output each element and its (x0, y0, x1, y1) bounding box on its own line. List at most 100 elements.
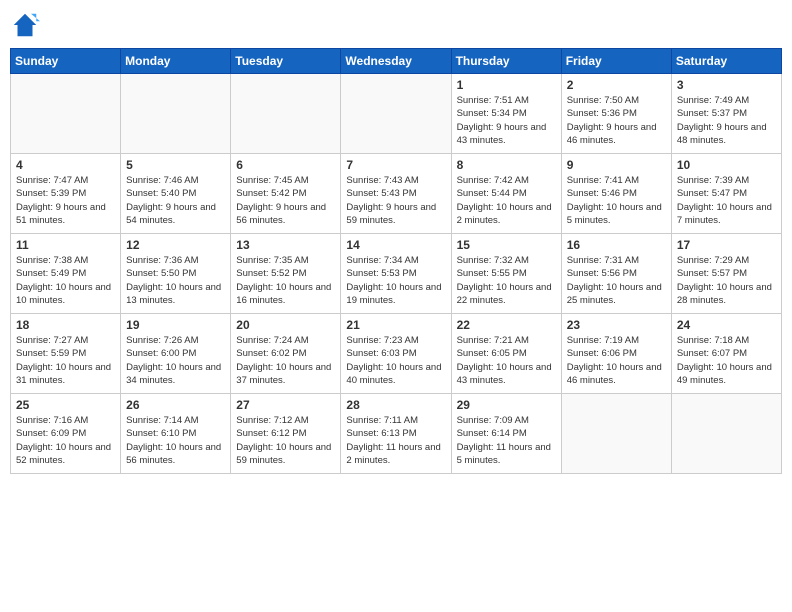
calendar-cell (671, 394, 781, 474)
column-header-friday: Friday (561, 49, 671, 74)
day-number: 25 (16, 398, 115, 412)
day-number: 17 (677, 238, 776, 252)
day-number: 4 (16, 158, 115, 172)
day-info: Sunrise: 7:45 AM Sunset: 5:42 PM Dayligh… (236, 174, 335, 227)
day-info: Sunrise: 7:38 AM Sunset: 5:49 PM Dayligh… (16, 254, 115, 307)
day-number: 10 (677, 158, 776, 172)
day-number: 6 (236, 158, 335, 172)
day-number: 5 (126, 158, 225, 172)
day-number: 27 (236, 398, 335, 412)
day-info: Sunrise: 7:43 AM Sunset: 5:43 PM Dayligh… (346, 174, 445, 227)
column-header-saturday: Saturday (671, 49, 781, 74)
day-number: 12 (126, 238, 225, 252)
calendar-cell (11, 74, 121, 154)
day-info: Sunrise: 7:42 AM Sunset: 5:44 PM Dayligh… (457, 174, 556, 227)
day-info: Sunrise: 7:12 AM Sunset: 6:12 PM Dayligh… (236, 414, 335, 467)
day-info: Sunrise: 7:36 AM Sunset: 5:50 PM Dayligh… (126, 254, 225, 307)
day-number: 29 (457, 398, 556, 412)
calendar-cell: 28 Sunrise: 7:11 AM Sunset: 6:13 PM Dayli… (341, 394, 451, 474)
column-header-tuesday: Tuesday (231, 49, 341, 74)
day-number: 26 (126, 398, 225, 412)
day-info: Sunrise: 7:46 AM Sunset: 5:40 PM Dayligh… (126, 174, 225, 227)
column-header-thursday: Thursday (451, 49, 561, 74)
day-number: 2 (567, 78, 666, 92)
day-number: 22 (457, 318, 556, 332)
calendar-cell: 23Sunrise: 7:19 AM Sunset: 6:06 PM Dayli… (561, 314, 671, 394)
calendar-cell: 22 Sunrise: 7:21 AM Sunset: 6:05 PM Dayli… (451, 314, 561, 394)
day-number: 28 (346, 398, 445, 412)
day-info: Sunrise: 7:11 AM Sunset: 6:13 PM Dayligh… (346, 414, 445, 467)
day-info: Sunrise: 7:35 AM Sunset: 5:52 PM Dayligh… (236, 254, 335, 307)
calendar-cell (121, 74, 231, 154)
column-header-sunday: Sunday (11, 49, 121, 74)
calendar-header-row: SundayMondayTuesdayWednesdayThursdayFrid… (11, 49, 782, 74)
day-number: 24 (677, 318, 776, 332)
calendar-week-row: 18 Sunrise: 7:27 AM Sunset: 5:59 PM Dayli… (11, 314, 782, 394)
day-number: 1 (457, 78, 556, 92)
calendar-cell: 13Sunrise: 7:35 AM Sunset: 5:52 PM Dayli… (231, 234, 341, 314)
calendar-cell: 7 Sunrise: 7:43 AM Sunset: 5:43 PM Daylig… (341, 154, 451, 234)
calendar-cell: 8 Sunrise: 7:42 AM Sunset: 5:44 PM Daylig… (451, 154, 561, 234)
day-info: Sunrise: 7:24 AM Sunset: 6:02 PM Dayligh… (236, 334, 335, 387)
calendar-cell: 3 Sunrise: 7:49 AM Sunset: 5:37 PM Daylig… (671, 74, 781, 154)
day-info: Sunrise: 7:29 AM Sunset: 5:57 PM Dayligh… (677, 254, 776, 307)
day-info: Sunrise: 7:49 AM Sunset: 5:37 PM Dayligh… (677, 94, 776, 147)
calendar-week-row: 11 Sunrise: 7:38 AM Sunset: 5:49 PM Dayli… (11, 234, 782, 314)
day-info: Sunrise: 7:18 AM Sunset: 6:07 PM Dayligh… (677, 334, 776, 387)
day-number: 7 (346, 158, 445, 172)
calendar-cell: 11 Sunrise: 7:38 AM Sunset: 5:49 PM Dayli… (11, 234, 121, 314)
calendar-cell: 20 Sunrise: 7:24 AM Sunset: 6:02 PM Dayli… (231, 314, 341, 394)
day-info: Sunrise: 7:41 AM Sunset: 5:46 PM Dayligh… (567, 174, 666, 227)
calendar-cell: 16Sunrise: 7:31 AM Sunset: 5:56 PM Dayli… (561, 234, 671, 314)
day-info: Sunrise: 7:16 AM Sunset: 6:09 PM Dayligh… (16, 414, 115, 467)
day-info: Sunrise: 7:39 AM Sunset: 5:47 PM Dayligh… (677, 174, 776, 227)
day-number: 3 (677, 78, 776, 92)
calendar-cell: 17 Sunrise: 7:29 AM Sunset: 5:57 PM Dayli… (671, 234, 781, 314)
day-number: 8 (457, 158, 556, 172)
calendar-cell: 25 Sunrise: 7:16 AM Sunset: 6:09 PM Dayli… (11, 394, 121, 474)
logo (10, 10, 44, 40)
calendar-cell (561, 394, 671, 474)
calendar-week-row: 25 Sunrise: 7:16 AM Sunset: 6:09 PM Dayli… (11, 394, 782, 474)
day-info: Sunrise: 7:26 AM Sunset: 6:00 PM Dayligh… (126, 334, 225, 387)
calendar-table: SundayMondayTuesdayWednesdayThursdayFrid… (10, 48, 782, 474)
day-number: 23 (567, 318, 666, 332)
day-number: 11 (16, 238, 115, 252)
calendar-cell: 24 Sunrise: 7:18 AM Sunset: 6:07 PM Dayli… (671, 314, 781, 394)
day-info: Sunrise: 7:23 AM Sunset: 6:03 PM Dayligh… (346, 334, 445, 387)
calendar-cell: 1Sunrise: 7:51 AM Sunset: 5:34 PM Daylig… (451, 74, 561, 154)
day-info: Sunrise: 7:27 AM Sunset: 5:59 PM Dayligh… (16, 334, 115, 387)
calendar-cell: 5 Sunrise: 7:46 AM Sunset: 5:40 PM Daylig… (121, 154, 231, 234)
calendar-cell: 26 Sunrise: 7:14 AM Sunset: 6:10 PM Dayli… (121, 394, 231, 474)
calendar-cell: 29 Sunrise: 7:09 AM Sunset: 6:14 PM Dayli… (451, 394, 561, 474)
day-info: Sunrise: 7:47 AM Sunset: 5:39 PM Dayligh… (16, 174, 115, 227)
day-number: 15 (457, 238, 556, 252)
calendar-week-row: 1Sunrise: 7:51 AM Sunset: 5:34 PM Daylig… (11, 74, 782, 154)
day-info: Sunrise: 7:31 AM Sunset: 5:56 PM Dayligh… (567, 254, 666, 307)
day-info: Sunrise: 7:09 AM Sunset: 6:14 PM Dayligh… (457, 414, 556, 467)
calendar-cell: 27 Sunrise: 7:12 AM Sunset: 6:12 PM Dayli… (231, 394, 341, 474)
day-number: 14 (346, 238, 445, 252)
calendar-week-row: 4 Sunrise: 7:47 AM Sunset: 5:39 PM Daylig… (11, 154, 782, 234)
day-number: 21 (346, 318, 445, 332)
calendar-cell: 14 Sunrise: 7:34 AM Sunset: 5:53 PM Dayli… (341, 234, 451, 314)
day-info: Sunrise: 7:14 AM Sunset: 6:10 PM Dayligh… (126, 414, 225, 467)
calendar-cell: 9 Sunrise: 7:41 AM Sunset: 5:46 PM Daylig… (561, 154, 671, 234)
day-info: Sunrise: 7:21 AM Sunset: 6:05 PM Dayligh… (457, 334, 556, 387)
day-number: 20 (236, 318, 335, 332)
day-info: Sunrise: 7:50 AM Sunset: 5:36 PM Dayligh… (567, 94, 666, 147)
calendar-cell: 15Sunrise: 7:32 AM Sunset: 5:55 PM Dayli… (451, 234, 561, 314)
calendar-cell: 4 Sunrise: 7:47 AM Sunset: 5:39 PM Daylig… (11, 154, 121, 234)
day-number: 18 (16, 318, 115, 332)
calendar-cell: 10 Sunrise: 7:39 AM Sunset: 5:47 PM Dayli… (671, 154, 781, 234)
day-info: Sunrise: 7:34 AM Sunset: 5:53 PM Dayligh… (346, 254, 445, 307)
day-number: 9 (567, 158, 666, 172)
calendar-cell: 2 Sunrise: 7:50 AM Sunset: 5:36 PM Daylig… (561, 74, 671, 154)
day-number: 19 (126, 318, 225, 332)
calendar-cell: 21 Sunrise: 7:23 AM Sunset: 6:03 PM Dayli… (341, 314, 451, 394)
calendar-cell: 18 Sunrise: 7:27 AM Sunset: 5:59 PM Dayli… (11, 314, 121, 394)
calendar-cell: 12 Sunrise: 7:36 AM Sunset: 5:50 PM Dayli… (121, 234, 231, 314)
calendar-cell (341, 74, 451, 154)
column-header-monday: Monday (121, 49, 231, 74)
calendar-cell: 6 Sunrise: 7:45 AM Sunset: 5:42 PM Daylig… (231, 154, 341, 234)
